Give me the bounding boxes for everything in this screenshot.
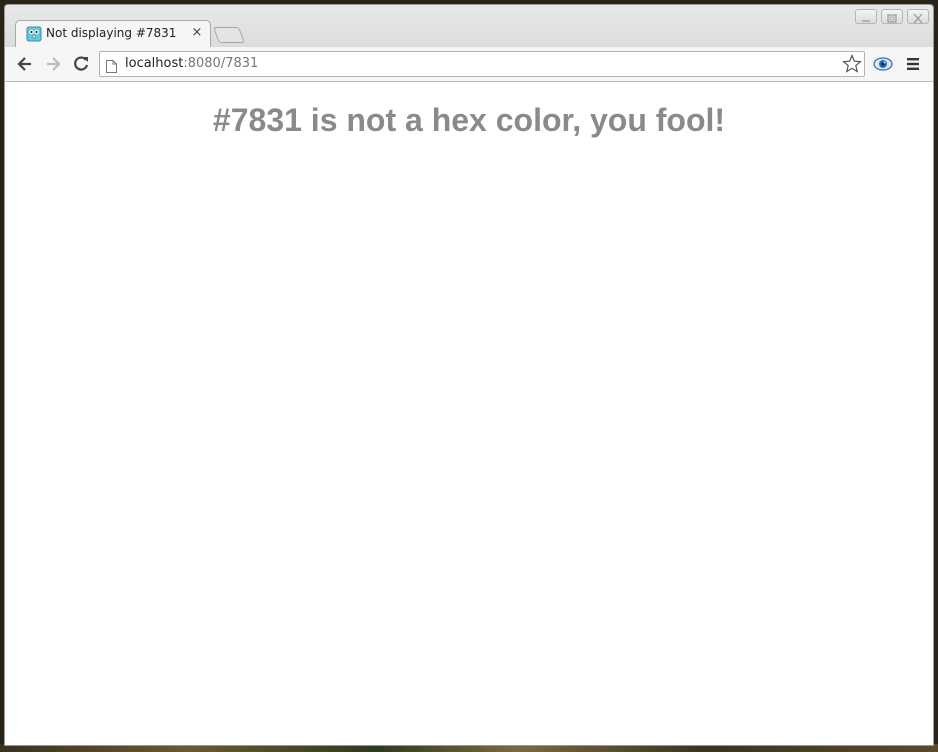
page-icon <box>106 58 117 73</box>
browser-window: Not displaying #7831 × localhost:8080/78… <box>4 4 934 746</box>
url-path: :8080/7831 <box>183 56 259 71</box>
close-icon[interactable]: × <box>190 25 204 40</box>
address-bar[interactable]: localhost:8080/7831 <box>99 51 865 77</box>
star-icon[interactable] <box>841 53 863 74</box>
close-window-icon[interactable] <box>907 9 929 24</box>
reload-icon[interactable] <box>70 53 92 75</box>
url-text: localhost:8080/7831 <box>125 56 258 71</box>
eye-icon[interactable] <box>873 55 893 73</box>
maximize-icon[interactable] <box>881 9 903 24</box>
new-tab-button[interactable] <box>213 27 245 43</box>
forward-arrow-icon[interactable] <box>42 53 64 75</box>
gopher-icon <box>26 26 42 42</box>
tab-active[interactable]: Not displaying #7831 × <box>15 20 211 47</box>
toolbar: localhost:8080/7831 <box>5 47 933 82</box>
back-arrow-icon[interactable] <box>14 53 36 75</box>
window-controls <box>855 9 929 25</box>
page-headline: #7831 is not a hex color, you fool! <box>212 102 726 138</box>
url-host: localhost <box>125 56 184 71</box>
minimize-icon[interactable] <box>855 9 877 24</box>
menu-icon[interactable] <box>904 55 922 73</box>
page-content: #7831 is not a hex color, you fool! <box>5 82 933 745</box>
title-bar: Not displaying #7831 × <box>5 5 933 47</box>
tab-title: Not displaying #7831 <box>46 26 177 40</box>
